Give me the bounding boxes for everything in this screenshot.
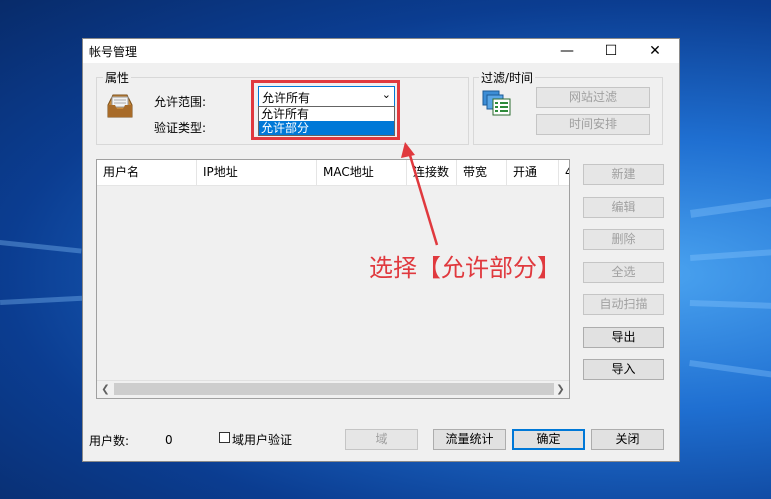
domain-auth-checkbox[interactable] (219, 432, 230, 443)
filter-time-legend: 过滤/时间 (479, 69, 536, 86)
column-header-ip[interactable]: IP地址 (197, 160, 317, 185)
user-count-value: 0 (165, 433, 173, 447)
column-header-truncated[interactable]: 4 (559, 160, 569, 185)
scroll-right-icon[interactable]: ❯ (552, 381, 569, 398)
close-button[interactable]: ✕ (633, 39, 677, 63)
close-icon: ✕ (649, 43, 661, 59)
schedule-button[interactable]: 时间安排 (536, 114, 650, 135)
new-button[interactable]: 新建 (583, 164, 664, 185)
annotation-text: 选择【允许部分】 (369, 254, 561, 282)
traffic-stats-button[interactable]: 流量统计 (433, 429, 506, 450)
column-header-mac[interactable]: MAC地址 (317, 160, 407, 185)
properties-legend: 属性 (103, 69, 132, 86)
delete-button[interactable]: 删除 (583, 229, 664, 250)
scroll-left-icon[interactable]: ❮ (97, 381, 114, 398)
domain-button[interactable]: 域 (345, 429, 418, 450)
close-dialog-button[interactable]: 关闭 (591, 429, 664, 450)
auth-type-label: 验证类型: (154, 121, 207, 135)
column-header-username[interactable]: 用户名 (97, 160, 197, 185)
range-label: 允许范围: (154, 95, 207, 109)
title-bar: 帐号管理 — ☐ ✕ (83, 39, 679, 63)
server-list-icon (481, 88, 513, 121)
maximize-icon: ☐ (604, 43, 618, 59)
ok-button[interactable]: 确定 (512, 429, 585, 450)
column-header-bandwidth[interactable]: 带宽 (457, 160, 507, 185)
annotation-arrow (401, 142, 439, 246)
select-all-button[interactable]: 全选 (583, 262, 664, 283)
column-header-enabled[interactable]: 开通 (507, 160, 559, 185)
scrollbar-thumb[interactable] (114, 383, 554, 395)
user-count-label: 用户数: (89, 434, 130, 448)
minimize-icon: — (560, 43, 574, 59)
horizontal-scrollbar[interactable]: ❮ ❯ (97, 380, 569, 398)
minimize-button[interactable]: — (545, 39, 589, 63)
website-filter-button[interactable]: 网站过滤 (536, 87, 650, 108)
export-button[interactable]: 导出 (583, 327, 664, 348)
window-title: 帐号管理 (89, 45, 138, 59)
inbox-icon (105, 91, 135, 124)
table-header: 用户名 IP地址 MAC地址 连接数 带宽 开通 4 (97, 160, 569, 186)
maximize-button[interactable]: ☐ (589, 39, 633, 63)
domain-auth-label: 域用户验证 (232, 433, 293, 447)
import-button[interactable]: 导入 (583, 359, 664, 380)
auto-scan-button[interactable]: 自动扫描 (583, 294, 664, 315)
annotation-highlight-box (251, 80, 400, 140)
edit-button[interactable]: 编辑 (583, 197, 664, 218)
